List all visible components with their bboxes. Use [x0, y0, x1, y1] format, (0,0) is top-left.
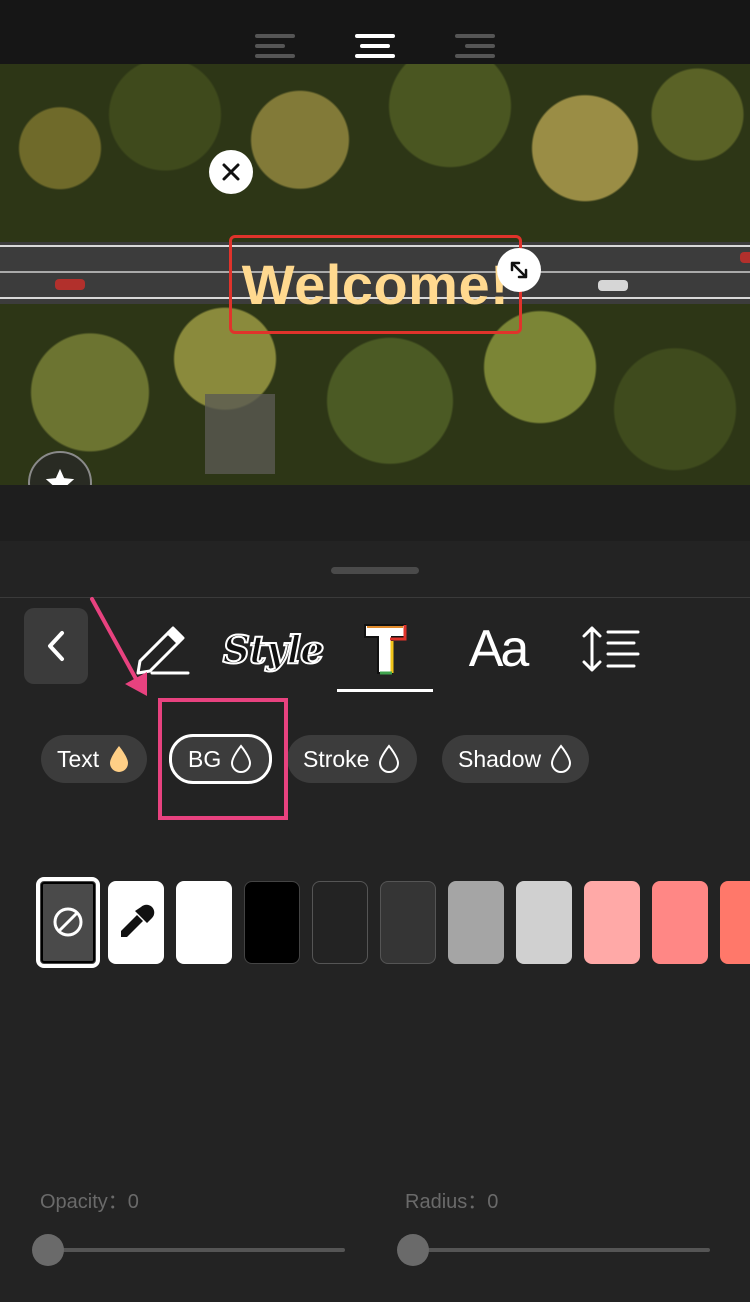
- swatch-pink[interactable]: [652, 881, 708, 964]
- opacity-slider-knob[interactable]: [32, 1234, 64, 1266]
- active-tab-indicator: [337, 689, 433, 692]
- radius-slider-knob[interactable]: [397, 1234, 429, 1266]
- swatch-white[interactable]: [176, 881, 232, 964]
- ground-patch: [205, 394, 275, 474]
- swatch-gray[interactable]: [448, 881, 504, 964]
- style-label: Style: [222, 626, 326, 673]
- swatch-black[interactable]: [244, 881, 300, 964]
- drop-outline-icon: [231, 744, 252, 773]
- swatch-dark-gray[interactable]: [312, 881, 368, 964]
- video-preview[interactable]: Welcome!: [0, 64, 750, 485]
- annotation-arrow-icon: [90, 597, 147, 696]
- text-overlay-selection[interactable]: Welcome!: [229, 235, 522, 334]
- resize-overlay-handle[interactable]: [497, 248, 541, 292]
- swatch-coral[interactable]: [720, 881, 750, 964]
- chevron-left-icon: [48, 631, 64, 661]
- swatch-charcoal[interactable]: [380, 881, 436, 964]
- tool-font[interactable]: Aa: [465, 611, 530, 687]
- text-edit-panel: Style Aa Text BG Stroke Shadow Opacity：0…: [0, 541, 750, 1302]
- pill-label: Stroke: [303, 745, 370, 772]
- swatch-light-pink[interactable]: [584, 881, 640, 964]
- pill-label: Text: [57, 745, 100, 772]
- drop-filled-icon: [110, 746, 129, 772]
- swatch-none[interactable]: [36, 877, 100, 968]
- drop-outline-icon: [551, 744, 572, 773]
- panel-drag-handle[interactable]: [331, 567, 419, 574]
- tool-text-color[interactable]: [355, 611, 415, 687]
- swatch-eyedropper[interactable]: [108, 881, 164, 964]
- tool-line-spacing[interactable]: [576, 611, 642, 687]
- overlay-text: Welcome!: [241, 253, 510, 316]
- opacity-slider-track[interactable]: [48, 1248, 345, 1252]
- resize-arrows-icon: [510, 261, 528, 279]
- line-spacing-icon: [582, 626, 640, 672]
- color-target-text[interactable]: Text: [41, 735, 148, 783]
- radius-slider-track[interactable]: [413, 1248, 710, 1252]
- text-color-t-icon: [364, 624, 407, 675]
- preview-footer: [0, 485, 750, 541]
- pill-label: Shadow: [458, 745, 542, 772]
- alignment-bar: [0, 0, 750, 68]
- close-icon: [222, 163, 240, 181]
- no-color-icon: [53, 907, 83, 937]
- eyedropper-icon: [121, 904, 155, 937]
- color-target-stroke[interactable]: Stroke: [287, 735, 418, 783]
- color-target-shadow[interactable]: Shadow: [442, 735, 590, 783]
- swatch-light-gray[interactable]: [516, 881, 572, 964]
- color-target-bg[interactable]: BG: [169, 734, 273, 784]
- delete-overlay-button[interactable]: [209, 150, 253, 194]
- drop-outline-icon: [379, 744, 400, 773]
- pill-label: BG: [188, 745, 222, 772]
- opacity-label: Opacity：0: [40, 1191, 139, 1213]
- radius-label: Radius：0: [405, 1191, 499, 1213]
- back-button[interactable]: [24, 608, 88, 684]
- tool-style[interactable]: Style: [222, 611, 326, 687]
- font-aa-label: Aa: [468, 620, 530, 678]
